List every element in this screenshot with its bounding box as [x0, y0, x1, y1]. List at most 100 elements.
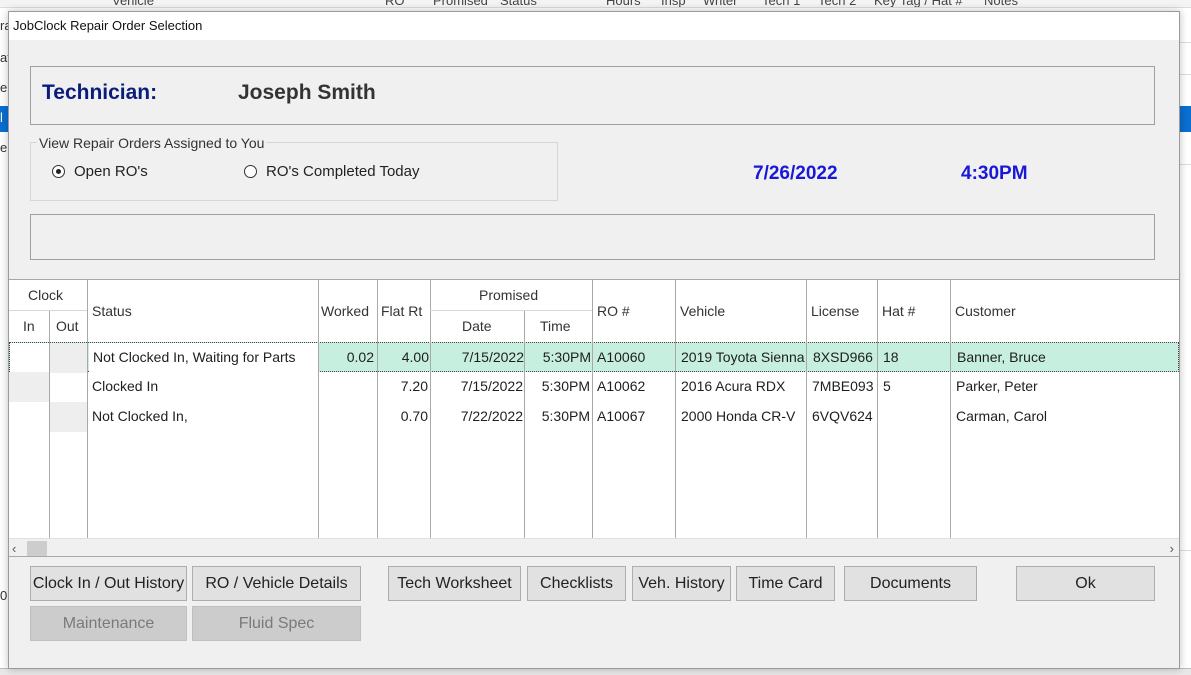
- cell-vehicle[interactable]: 2019 Toyota Sienna: [677, 343, 808, 373]
- selected-row-highlight[interactable]: Not Clocked In, Waiting for Parts 0.02 4…: [9, 342, 1179, 373]
- clock-out-cell[interactable]: [49, 402, 87, 432]
- cell-promised-date[interactable]: 7/22/2022: [431, 402, 523, 432]
- radio-open-ros[interactable]: Open RO's: [52, 163, 148, 180]
- current-time: 4:30PM: [961, 163, 1028, 184]
- bg-header-tech2: Tech 2: [818, 0, 857, 8]
- header-ro-number[interactable]: RO #: [597, 303, 630, 319]
- table-row[interactable]: Clocked In 7.20 7/15/2022 5:30PM A10062 …: [9, 372, 1179, 402]
- radio-open-ros-label: Open RO's: [74, 163, 148, 180]
- cell-customer[interactable]: Banner, Bruce: [953, 343, 1178, 373]
- cell-worked[interactable]: [319, 402, 374, 432]
- tech-worksheet-button[interactable]: Tech Worksheet: [388, 566, 521, 601]
- cell-promised-date[interactable]: 7/15/2022: [431, 372, 523, 402]
- dialog-title: JobClock Repair Order Selection: [13, 18, 203, 33]
- repair-order-selection-dialog: JobClock Repair Order Selection Technici…: [8, 11, 1180, 669]
- bg-side-text: el: [0, 140, 8, 155]
- horizontal-scrollbar[interactable]: ‹ ›: [9, 538, 1179, 556]
- bg-header-promised: Promised: [433, 0, 488, 8]
- radio-completed-today[interactable]: RO's Completed Today: [244, 163, 420, 180]
- bg-header-status: Status: [500, 0, 537, 8]
- bg-side-text: l: [0, 110, 3, 125]
- bg-header-hours: Hours: [606, 0, 641, 8]
- ro-vehicle-details-button[interactable]: RO / Vehicle Details: [192, 566, 361, 601]
- checklists-button[interactable]: Checklists: [527, 566, 626, 601]
- column-divider: [49, 310, 50, 538]
- cell-ro-number[interactable]: A10067: [597, 402, 677, 432]
- clock-out-cell[interactable]: [50, 343, 88, 373]
- bg-row-line: [1179, 42, 1191, 43]
- cell-flat-rate[interactable]: 4.00: [379, 343, 429, 373]
- scroll-left-icon[interactable]: ‹: [12, 539, 16, 556]
- column-divider: [950, 280, 951, 538]
- header-vehicle[interactable]: Vehicle: [680, 303, 725, 319]
- column-divider: [806, 280, 807, 538]
- cell-status[interactable]: Clocked In: [92, 372, 322, 402]
- cell-status[interactable]: Not Clocked In,: [92, 402, 322, 432]
- cell-license[interactable]: 8XSD966: [809, 343, 879, 373]
- clock-history-button[interactable]: Clock In / Out History: [30, 566, 187, 601]
- veh-history-button[interactable]: Veh. History: [632, 566, 731, 601]
- cell-flat-rate[interactable]: 7.20: [378, 372, 428, 402]
- header-promised: Promised: [479, 287, 539, 303]
- header-promised-time[interactable]: Time: [540, 318, 571, 334]
- dialog-title-bar[interactable]: JobClock Repair Order Selection: [9, 12, 1179, 40]
- clock-in-cell[interactable]: [10, 343, 50, 373]
- cell-flat-rate[interactable]: 0.70: [378, 402, 428, 432]
- cell-customer[interactable]: Carman, Carol: [956, 402, 1176, 432]
- bg-selected-row-right: [1179, 106, 1191, 132]
- bg-header-ro: RO: [385, 0, 405, 8]
- cell-ro-number[interactable]: A10060: [594, 343, 674, 373]
- cell-status[interactable]: Not Clocked In, Waiting for Parts: [89, 343, 319, 373]
- repair-orders-grid[interactable]: Not Clocked In, Waiting for Parts 0.02 4…: [9, 279, 1179, 557]
- column-divider: [524, 310, 525, 538]
- header-hat[interactable]: Hat #: [882, 303, 915, 319]
- cell-license[interactable]: 7MBE093: [812, 372, 880, 402]
- header-customer[interactable]: Customer: [955, 303, 1016, 319]
- cell-worked[interactable]: 0.02: [320, 343, 375, 373]
- header-clock-out[interactable]: Out: [56, 318, 79, 334]
- cell-promised-time[interactable]: 5:30PM: [526, 343, 591, 373]
- bg-side-text: at: [0, 50, 8, 65]
- header-license[interactable]: License: [811, 303, 859, 319]
- cell-license[interactable]: 6VQV624: [812, 402, 880, 432]
- cell-vehicle[interactable]: 2016 Acura RDX: [681, 372, 812, 402]
- header-subline: [430, 310, 592, 311]
- header-worked[interactable]: Worked: [321, 303, 369, 319]
- header-flat-rate[interactable]: Flat Rt: [381, 303, 422, 319]
- cell-promised-time[interactable]: 5:30PM: [525, 372, 590, 402]
- header-clock-in[interactable]: In: [23, 318, 35, 334]
- header-status[interactable]: Status: [92, 303, 132, 319]
- column-divider: [592, 280, 593, 538]
- view-group-legend: View Repair Orders Assigned to You: [37, 135, 267, 151]
- technician-panel: Technician: Joseph Smith: [30, 66, 1155, 125]
- ok-button[interactable]: Ok: [1016, 566, 1155, 601]
- documents-button[interactable]: Documents: [844, 566, 977, 601]
- time-card-button[interactable]: Time Card: [736, 566, 835, 601]
- table-row[interactable]: Not Clocked In, Waiting for Parts 0.02 4…: [9, 342, 1179, 373]
- cell-customer[interactable]: Parker, Peter: [956, 372, 1176, 402]
- bg-header-vehicle: Vehicle: [112, 0, 154, 8]
- cell-hat[interactable]: 5: [883, 372, 953, 402]
- cell-promised-date[interactable]: 7/15/2022: [432, 343, 524, 373]
- table-row[interactable]: Not Clocked In, 0.70 7/22/2022 5:30PM A1…: [9, 402, 1179, 432]
- cell-hat[interactable]: 18: [880, 343, 952, 373]
- cell-ro-number[interactable]: A10062: [597, 372, 677, 402]
- current-date: 7/26/2022: [753, 163, 838, 184]
- cell-vehicle[interactable]: 2000 Honda CR-V: [681, 402, 812, 432]
- bg-header-notes: Notes: [984, 0, 1018, 8]
- header-promised-date[interactable]: Date: [462, 318, 492, 334]
- maintenance-button[interactable]: Maintenance: [30, 606, 187, 641]
- header-clock: Clock: [28, 287, 64, 303]
- cell-hat[interactable]: [883, 402, 953, 432]
- cell-worked[interactable]: [319, 372, 374, 402]
- scroll-thumb[interactable]: [27, 541, 47, 556]
- radio-selected-icon[interactable]: [52, 165, 65, 178]
- bg-side-text: e: [0, 80, 8, 95]
- clock-in-cell[interactable]: [9, 372, 49, 402]
- fluid-spec-button[interactable]: Fluid Spec: [192, 606, 361, 641]
- radio-unselected-icon[interactable]: [244, 165, 257, 178]
- scroll-right-icon[interactable]: ›: [1170, 539, 1174, 556]
- column-divider: [377, 280, 378, 538]
- cell-promised-time[interactable]: 5:30PM: [525, 402, 590, 432]
- bg-row-line: [1179, 164, 1191, 165]
